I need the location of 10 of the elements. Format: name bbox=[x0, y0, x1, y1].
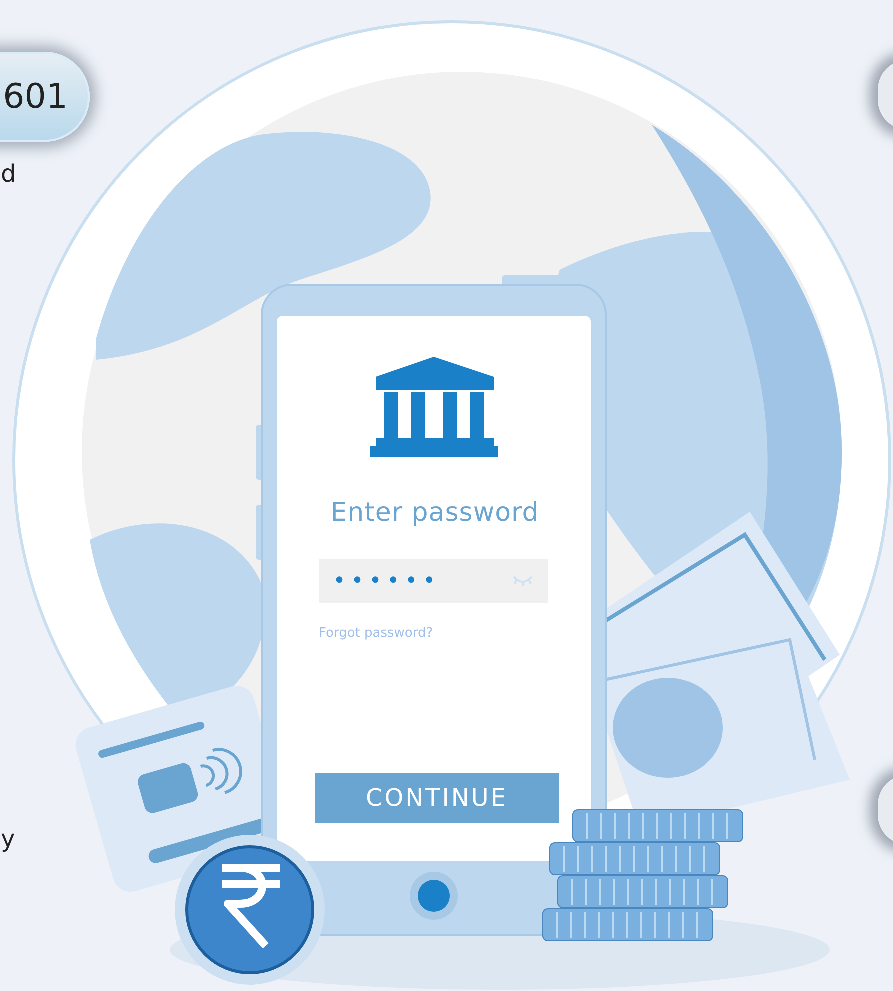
password-field[interactable]: •••••• bbox=[319, 559, 548, 603]
rupee-coin-icon bbox=[175, 835, 325, 985]
continue-button[interactable]: CONTINUE bbox=[315, 773, 559, 823]
bank-icon bbox=[370, 357, 498, 457]
eye-closed-icon[interactable] bbox=[512, 575, 534, 587]
text-fragment: d bbox=[1, 160, 16, 188]
screen-title: Enter password bbox=[330, 498, 540, 528]
text-fragment: y bbox=[1, 825, 16, 853]
number-badge: 601 bbox=[0, 52, 90, 142]
forgot-password-link[interactable]: Forgot password? bbox=[319, 626, 434, 641]
